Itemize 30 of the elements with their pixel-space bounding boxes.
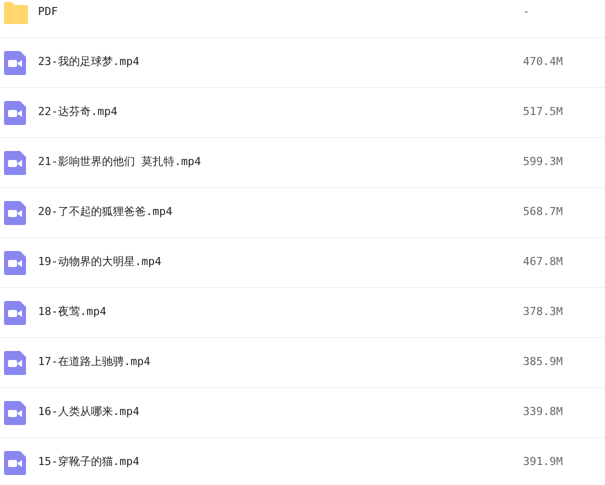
video-file-icon (4, 350, 26, 374)
file-name: 18-夜莺.mp4 (38, 304, 108, 320)
video-file-icon (4, 450, 26, 474)
file-size: 568.7M (523, 204, 564, 220)
file-name: 17-在道路上驰骋.mp4 (38, 354, 152, 370)
video-file-icon (4, 100, 26, 124)
file-name: PDF (38, 4, 59, 20)
file-size: 467.8M (523, 254, 564, 270)
video-file-icon (4, 300, 26, 324)
folder-icon (4, 2, 28, 24)
file-name: 19-动物界的大明星.mp4 (38, 254, 162, 270)
file-name: 22-达芬奇.mp4 (38, 104, 118, 120)
video-file-icon (4, 50, 26, 74)
file-size: 599.3M (523, 154, 564, 170)
file-name: 20-了不起的狐狸爸爸.mp4 (38, 204, 174, 220)
file-size: 391.9M (523, 454, 564, 470)
video-file-icon (4, 250, 26, 274)
file-size: 378.3M (523, 304, 564, 320)
file-size: 339.8M (523, 404, 564, 420)
file-size: - (523, 4, 531, 20)
file-name: 16-人类从哪来.mp4 (38, 404, 140, 420)
file-size: 385.9M (523, 354, 564, 370)
file-name: 15-穿靴子的猫.mp4 (38, 454, 140, 470)
video-file-icon (4, 200, 26, 224)
file-size: 517.5M (523, 104, 564, 120)
file-name: 23-我的足球梦.mp4 (38, 54, 140, 70)
file-name: 21-影响世界的他们 莫扎特.mp4 (38, 154, 202, 170)
video-file-icon (4, 150, 26, 174)
file-size: 470.4M (523, 54, 564, 70)
video-file-icon (4, 400, 26, 424)
